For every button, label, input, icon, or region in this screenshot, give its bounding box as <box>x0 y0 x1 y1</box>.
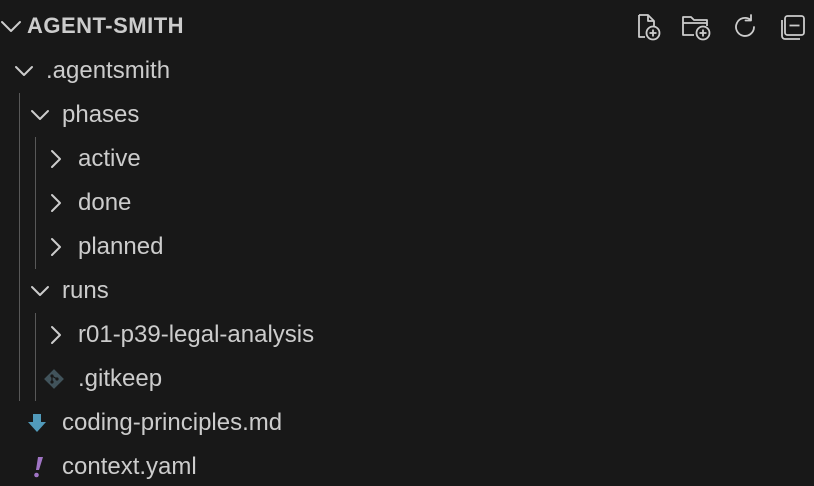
tree-item-label: done <box>78 189 132 216</box>
tree-folder-phases[interactable]: phases <box>0 93 814 137</box>
chevron-down-icon <box>15 66 33 76</box>
new-file-icon <box>638 14 661 41</box>
markdown-icon <box>28 414 46 432</box>
new-folder-icon <box>682 16 711 41</box>
tree-item-label: active <box>78 145 141 172</box>
collapse-all-button[interactable] <box>777 11 811 43</box>
tree-file-gitkeep[interactable]: .gitkeep <box>0 357 814 401</box>
new-folder-button[interactable] <box>679 11 713 43</box>
tree-item-label: coding-principles.md <box>62 409 283 436</box>
tree-file-context-yaml[interactable]: context.yaml <box>0 445 814 486</box>
explorer-title: AGENT-SMITH <box>27 13 185 38</box>
tree-folder-active[interactable]: active <box>0 137 814 181</box>
new-file-button[interactable] <box>630 11 664 43</box>
tree-item-label: r01-p39-legal-analysis <box>78 321 315 348</box>
explorer-actions <box>630 11 811 43</box>
refresh-icon <box>735 14 755 37</box>
tree-folder-runs[interactable]: runs <box>0 269 814 313</box>
tree-item-label: .agentsmith <box>46 57 171 84</box>
chevron-right-icon <box>51 238 61 256</box>
tree-item-label: planned <box>78 233 164 260</box>
file-tree: .agentsmith phases active done planned r… <box>0 49 814 486</box>
refresh-button[interactable] <box>728 11 762 43</box>
chevron-down-icon <box>31 286 49 296</box>
chevron-down-icon <box>31 110 49 120</box>
tree-file-coding-principles[interactable]: coding-principles.md <box>0 401 814 445</box>
tree-item-label: context.yaml <box>62 453 197 480</box>
tree-item-label: .gitkeep <box>78 365 163 392</box>
tree-folder-r01-p39-legal-analysis[interactable]: r01-p39-legal-analysis <box>0 313 814 357</box>
tree-item-label: phases <box>62 101 140 128</box>
tree-item-label: runs <box>62 277 109 304</box>
collapse-all-icon <box>781 15 805 40</box>
chevron-right-icon <box>51 326 61 344</box>
yaml-icon <box>34 457 43 478</box>
tree-folder-agentsmith[interactable]: .agentsmith <box>0 49 814 93</box>
explorer-panel: AGENT-SMITH .agentsmith phases active do… <box>0 0 814 486</box>
git-icon <box>44 369 64 389</box>
chevron-down-icon[interactable] <box>0 15 22 37</box>
tree-folder-planned[interactable]: planned <box>0 225 814 269</box>
chevron-right-icon <box>51 150 61 168</box>
tree-folder-done[interactable]: done <box>0 181 814 225</box>
explorer-header[interactable]: AGENT-SMITH <box>0 0 814 50</box>
chevron-right-icon <box>51 194 61 212</box>
